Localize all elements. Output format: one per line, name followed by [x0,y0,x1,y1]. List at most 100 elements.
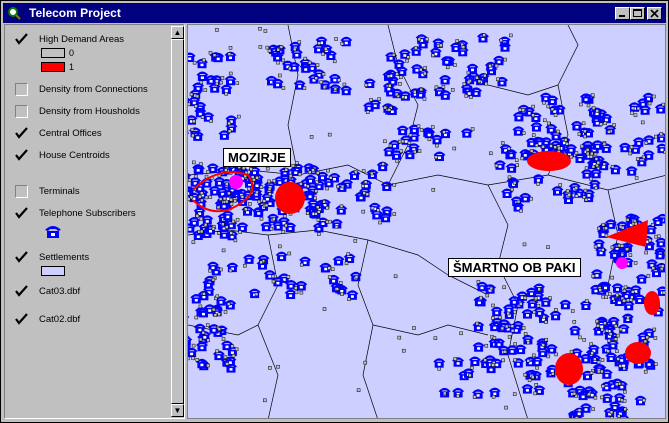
layer-central-offices[interactable]: Central Offices [15,127,175,143]
house-centroid [520,156,524,161]
house-centroid [475,75,479,80]
house-centroid [590,151,594,156]
house-centroid [303,56,308,61]
house-centroid [527,378,532,383]
house-centroid [276,47,280,52]
house-centroid [430,125,435,129]
house-centroid [334,224,339,229]
house-centroid [269,226,274,231]
legend-swatch-1 [41,62,65,72]
map-view[interactable]: MOZIRJE ŠMARTNO OB PAKI [187,24,666,419]
layer-terminals[interactable]: Terminals [15,185,175,201]
layer-house-centroids[interactable]: House Centroids [15,149,175,165]
layer-density-households[interactable]: Density from Housholds [15,105,175,121]
house-centroid [534,143,539,148]
house-centroid [531,375,535,380]
map-label-smartno-ob-paki: ŠMARTNO OB PAKI [448,258,581,277]
house-centroid [268,192,272,196]
toc-scrollbar[interactable]: ▲ ▼ [171,26,184,417]
house-centroid [512,392,517,396]
layer-name: Density from Connections [39,84,148,95]
house-centroid [574,151,579,155]
house-centroid [622,399,627,403]
house-centroid [238,230,242,234]
layer-checkbox-checked[interactable] [15,285,28,298]
scroll-thumb[interactable] [171,39,184,404]
house-centroid [464,94,469,98]
layer-checkbox-unchecked[interactable] [15,105,28,118]
house-centroid [302,86,307,90]
scroll-down-button[interactable]: ▼ [171,404,184,417]
house-centroid [215,294,220,299]
house-centroid [623,285,628,290]
house-centroid [314,189,318,193]
layer-checkbox-checked[interactable] [15,149,28,162]
telephone-subscriber-icon [439,75,452,85]
house-centroid [623,407,627,412]
house-centroid [583,188,588,193]
house-centroid [613,337,618,341]
house-centroid [361,169,366,173]
house-centroid [271,274,275,279]
layer-settlements[interactable]: Settlements [15,251,175,267]
house-centroid [549,144,553,148]
house-centroid [476,280,481,284]
house-centroid [622,298,626,303]
telephone-subscriber-icon [332,256,345,266]
telephone-subscriber-icon [380,181,393,191]
settlements-swatch [41,266,65,276]
house-centroid [499,38,503,43]
minimize-button[interactable] [615,7,630,20]
layer-checkbox-checked[interactable] [15,127,28,140]
house-centroid [498,315,503,320]
house-centroid [531,353,536,358]
layer-checkbox-unchecked[interactable] [15,83,28,96]
house-centroid [617,414,621,418]
maximize-button[interactable] [630,7,645,20]
layer-density-connections[interactable]: Density from Connections [15,83,175,99]
house-centroid [333,87,338,91]
layer-checkbox-unchecked[interactable] [15,185,28,198]
house-centroid [319,80,323,84]
house-centroid [477,79,482,84]
house-centroid [202,58,206,62]
house-centroid [585,299,589,303]
map-canvas[interactable] [188,25,666,419]
house-centroid [636,106,641,111]
layer-checkbox-checked[interactable] [15,251,28,264]
house-centroid [215,349,219,353]
title-bar[interactable]: Telecom Project [3,3,666,23]
layer-cat02[interactable]: Cat02.dbf [15,313,175,329]
house-centroid [194,104,198,108]
layer-checkbox-checked[interactable] [15,313,28,326]
house-centroid [294,290,299,295]
layer-telephone-subscribers[interactable]: Telephone Subscribers [15,207,175,223]
close-button[interactable] [647,7,662,20]
house-centroid [616,357,620,361]
layer-checkbox-checked[interactable] [15,207,28,220]
layer-checkbox-checked[interactable] [15,33,28,46]
house-centroid [644,141,649,145]
house-centroid [651,266,656,271]
house-centroid [626,298,631,303]
layer-high-demand-areas[interactable]: High Demand Areas [15,33,175,49]
house-centroid [607,130,611,134]
layer-cat03[interactable]: Cat03.dbf [15,285,175,301]
house-centroid [484,81,488,86]
scroll-up-button[interactable]: ▲ [171,26,184,39]
house-centroid [610,416,614,418]
house-centroid [437,366,441,371]
house-centroid [434,85,439,90]
house-centroid [625,218,630,222]
house-centroid [198,304,203,309]
house-centroid [544,320,548,324]
house-centroid [188,197,191,201]
house-centroid [466,70,471,75]
house-centroid [506,146,511,151]
house-centroid [509,33,513,38]
house-centroid [419,87,424,92]
house-centroid [370,206,375,210]
house-centroid [229,197,233,202]
house-centroid [519,302,523,306]
house-centroid [484,343,489,348]
